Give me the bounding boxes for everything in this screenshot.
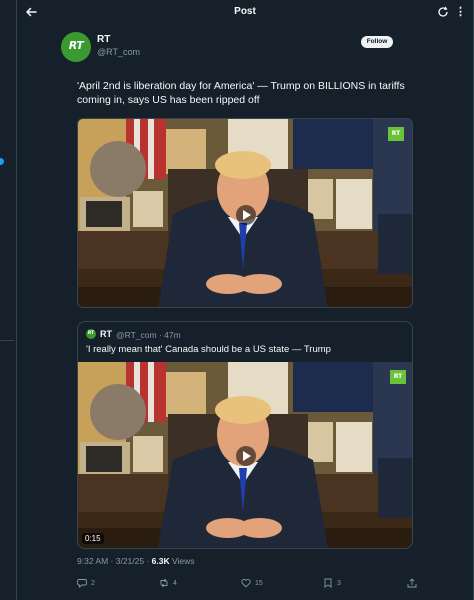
bookmark-count: 3 [337,579,341,587]
refresh-icon[interactable] [437,6,449,18]
like-button[interactable]: 15 [241,576,263,590]
quote-rt-logo-badge: RT [390,370,406,384]
post-header: Post ⋮ [17,0,473,26]
rt-logo-badge: RT [388,127,404,141]
post-meta: 9:32 AM · 3/21/25 · 6.3K Views [77,556,195,566]
post-author: RT RT @RT_com Follow [61,30,397,64]
quoted-post[interactable]: RT RT @RT_com · 47m 'I really mean that'… [77,321,413,549]
quote-play-icon[interactable] [236,446,256,466]
follow-button[interactable]: Follow [361,36,393,48]
views-label: Views [169,556,195,566]
reply-count: 2 [91,579,95,587]
quote-video[interactable]: RT 0:15 [78,362,412,548]
quote-author-name: RT [100,329,112,339]
quote-text: 'I really mean that' Canada should be a … [86,344,331,355]
repost-button[interactable]: 4 [159,576,177,590]
sidebar-divider [0,340,14,341]
share-button[interactable] [407,576,417,590]
repost-icon [160,578,168,588]
avatar-logo-text: RT [68,39,84,52]
quote-avatar: RT [86,329,96,339]
action-bar: 2 4 15 3 [77,576,429,590]
reply-icon [77,579,87,588]
author-handle[interactable]: @RT_com [97,47,140,57]
heart-icon [241,578,251,588]
quote-handle-time: @RT_com · 47m [116,329,181,340]
play-icon[interactable] [236,205,256,225]
reply-button[interactable]: 2 [77,576,95,590]
video-duration: 0:15 [82,533,104,544]
views-count: 6.3K [151,556,170,566]
author-name[interactable]: RT [97,34,110,45]
page-title: Post [234,6,256,17]
like-count: 15 [255,579,263,587]
repost-count: 4 [173,579,177,587]
post-timestamp[interactable]: 9:32 AM · 3/21/25 · [77,556,152,566]
avatar[interactable]: RT [61,32,91,62]
tweet-text: 'April 2nd is liberation day for America… [77,80,405,106]
bookmark-button[interactable]: 3 [323,576,341,590]
notification-indicator [0,158,4,165]
more-options-icon[interactable]: ⋮ [455,6,467,18]
share-icon [407,578,417,588]
bookmark-icon [324,578,332,588]
post-column: Post ⋮ RT RT @RT_com Follow 'April 2nd i… [16,0,474,600]
left-sidebar-edge [0,0,16,600]
tweet-video[interactable]: RT [77,118,413,308]
